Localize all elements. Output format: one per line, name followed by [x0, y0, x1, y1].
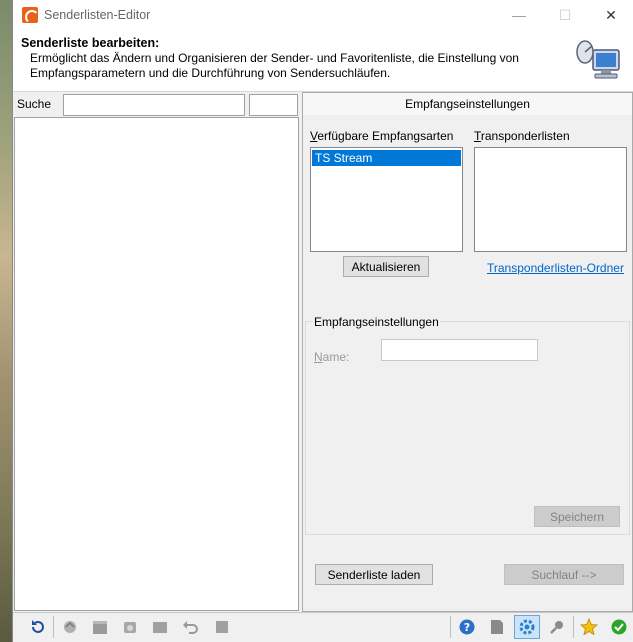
svg-text:?: ? [464, 621, 470, 634]
radio-icon[interactable] [117, 615, 143, 639]
name-label: Name: [314, 350, 350, 364]
confirm-check-icon[interactable] [606, 615, 632, 639]
toolbar-separator [450, 616, 451, 638]
toolbar-separator [53, 616, 54, 638]
name-input[interactable] [381, 339, 538, 361]
window-title: Senderlisten-Editor [44, 8, 151, 22]
transponder-lists-label: Transponderlisten [474, 129, 570, 143]
computer-satellite-icon [576, 40, 620, 79]
transponder-folder-link[interactable]: Transponderlisten-Ordner [487, 261, 624, 275]
minimize-button[interactable]: — [496, 0, 542, 30]
load-channel-list-button[interactable]: Senderliste laden [315, 564, 433, 585]
transponder-lists-list[interactable] [474, 147, 627, 252]
reception-types-label: Verfügbare Empfangsarten [310, 129, 454, 143]
group-title: Empfangseinstellungen [313, 315, 440, 329]
save-button[interactable]: Speichern [534, 506, 620, 527]
favorite-star-icon[interactable] [576, 615, 602, 639]
search-input[interactable] [63, 94, 245, 116]
clapperboard-icon[interactable] [87, 615, 113, 639]
tab-reception-settings[interactable]: Empfangseinstellungen [302, 92, 633, 116]
toolbar-separator [573, 616, 574, 638]
close-button[interactable]: ✕ [588, 0, 633, 30]
channel-list[interactable] [14, 117, 299, 611]
reception-settings-panel: Verfügbare Empfangsarten TS Stream Trans… [302, 115, 633, 612]
header-description: Ermöglicht das Ändern und Organisieren d… [30, 51, 519, 80]
folder-icon[interactable] [147, 615, 173, 639]
refresh-icon[interactable] [25, 615, 51, 639]
update-button[interactable]: Aktualisieren [343, 256, 429, 277]
editor-window: Senderlisten-Editor — ☐ ✕ Senderliste be… [12, 0, 633, 642]
satellite-scan-icon[interactable] [57, 615, 83, 639]
search-filter-input[interactable] [249, 94, 298, 116]
stop-icon[interactable] [209, 615, 235, 639]
header-title: Senderliste bearbeiten: [21, 36, 160, 50]
list-item[interactable]: TS Stream [312, 150, 461, 166]
title-bar[interactable]: Senderlisten-Editor — ☐ ✕ [13, 0, 633, 30]
search-label: Suche [17, 97, 52, 111]
maximize-button[interactable]: ☐ [542, 0, 588, 30]
search-key-icon[interactable] [544, 615, 570, 639]
reception-types-list[interactable]: TS Stream [310, 147, 463, 252]
help-icon[interactable]: ? [454, 615, 480, 639]
scan-button[interactable]: Suchlauf --> [504, 564, 624, 585]
header-panel: Senderliste bearbeiten: Ermöglicht das Ä… [13, 30, 633, 92]
app-rss-icon [22, 7, 39, 24]
card-icon[interactable] [484, 615, 510, 639]
bottom-toolbar: ? [13, 612, 633, 642]
reception-settings-group: Empfangseinstellungen Name: Speichern [305, 315, 630, 535]
settings-gear-icon[interactable] [514, 615, 540, 639]
undo-icon[interactable] [177, 615, 203, 639]
